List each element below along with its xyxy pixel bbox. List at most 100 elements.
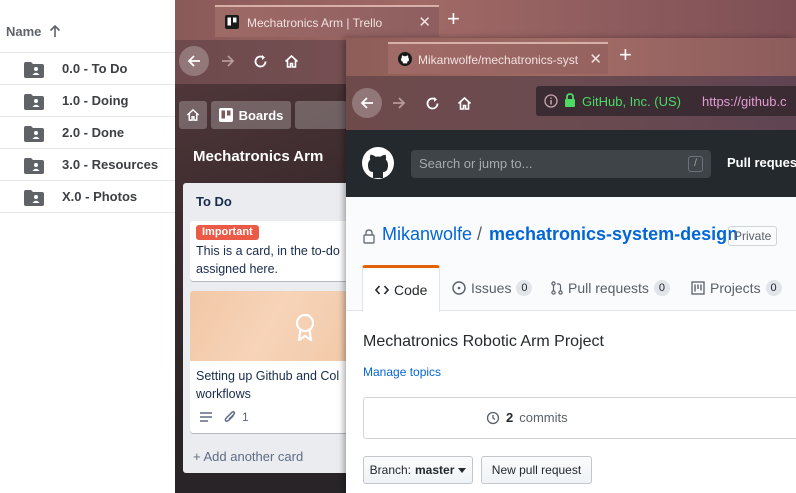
new-tab-icon[interactable]: + — [447, 8, 460, 30]
list-to-do: To Do Important This is a card, in the t… — [183, 183, 355, 473]
file-row[interactable]: 0.0 - To Do — [0, 53, 175, 85]
search-placeholder: Search or jump to... — [419, 156, 533, 171]
repo-nav-tabs: Code Issues 0 Pull requests 0 Projects 0 — [362, 265, 796, 312]
forward-icon[interactable] — [213, 46, 243, 76]
file-row[interactable]: 2.0 - Done — [0, 117, 175, 149]
tab-issues[interactable]: Issues 0 — [452, 265, 533, 311]
reload-icon[interactable] — [417, 88, 447, 118]
tab-code[interactable]: Code — [362, 265, 441, 312]
tab-label: Issues — [471, 280, 512, 296]
add-card-button[interactable]: + Add another card — [193, 449, 303, 464]
file-row[interactable]: 1.0 - Doing — [0, 85, 175, 117]
list-title[interactable]: To Do — [196, 194, 232, 209]
badge-icon — [294, 313, 316, 341]
repo-description: Mechatronics Robotic Arm Project — [363, 333, 604, 350]
info-icon[interactable] — [544, 94, 558, 108]
close-tab-icon[interactable]: ✕ — [589, 50, 602, 68]
search-input[interactable]: Search or jump to... / — [411, 150, 711, 178]
file-name: 0.0 - To Do — [62, 61, 128, 76]
manage-topics-link[interactable]: Manage topics — [363, 365, 441, 379]
tab-title: Mechatronics Arm | Trello — [247, 16, 383, 30]
projects-counter: 0 — [765, 280, 782, 296]
card-important[interactable]: Important This is a card, in the to-do a… — [190, 221, 348, 281]
tab-strip: Mechatronics Arm | Trello ✕ + — [175, 0, 796, 40]
branch-select-button[interactable]: Branch: master — [363, 456, 473, 484]
url-text: https://github.c — [702, 94, 787, 109]
reload-icon[interactable] — [245, 46, 275, 76]
back-icon[interactable] — [179, 46, 209, 76]
visibility-badge: Private — [728, 226, 778, 246]
commits-link[interactable]: 2 commits — [486, 410, 568, 425]
project-icon — [691, 281, 705, 295]
shared-folder-icon — [24, 158, 44, 174]
path-separator: / — [477, 224, 483, 244]
card-text-line: workflows — [196, 387, 251, 401]
repo-owner-link[interactable]: Mikanwolfe — [382, 224, 472, 245]
file-name: 1.0 - Doing — [62, 93, 129, 108]
shared-folder-icon — [24, 190, 44, 206]
tab-pull-requests[interactable]: Pull requests 0 — [551, 265, 670, 311]
repo-header: Mikanwolfe / mechatronics-system-design … — [346, 197, 796, 312]
tab-strip: Mikanwolfe/mechatronics-syst ✕ + — [346, 38, 796, 76]
tab-label: Code — [394, 282, 428, 298]
issues-counter: 0 — [516, 280, 533, 296]
card-text-line: This is a card, in the to-do — [196, 244, 340, 258]
card-text-line: Setting up Github and Col — [196, 369, 340, 383]
github-browser-window: Mikanwolfe/mechatronics-syst ✕ + GitHub,… — [346, 38, 796, 493]
shared-folder-icon — [24, 94, 44, 110]
lock-icon — [564, 93, 576, 108]
new-tab-icon[interactable]: + — [619, 44, 632, 66]
shared-folder-icon — [24, 126, 44, 142]
forward-icon[interactable] — [384, 88, 414, 118]
github-logo-icon[interactable] — [362, 147, 394, 179]
browser-toolbar: GitHub, Inc. (US) https://github.c — [346, 76, 796, 130]
file-row[interactable]: X.0 - Photos — [0, 181, 175, 213]
description-icon — [200, 412, 212, 422]
card-text-line: assigned here. — [196, 262, 279, 276]
github-favicon-icon — [398, 52, 412, 66]
boards-icon — [218, 108, 233, 122]
shared-folder-icon — [24, 62, 44, 78]
boards-button[interactable]: Boards — [211, 101, 291, 129]
nav-pull-requests-link[interactable]: Pull reques — [727, 155, 796, 170]
card-cover — [190, 291, 348, 361]
trello-favicon-icon — [225, 15, 239, 29]
board-title[interactable]: Mechatronics Arm — [193, 148, 323, 165]
code-icon — [375, 285, 389, 295]
issue-icon — [452, 281, 466, 295]
trello-home-button[interactable] — [179, 101, 207, 129]
commits-label: commits — [519, 410, 568, 425]
browser-tab-github[interactable]: Mikanwolfe/mechatronics-syst ✕ — [388, 42, 608, 74]
branch-name: master — [415, 463, 455, 477]
new-pull-request-button[interactable]: New pull request — [481, 456, 592, 484]
commits-count: 2 — [506, 410, 514, 425]
file-name: 3.0 - Resources — [62, 157, 159, 172]
home-icon[interactable] — [276, 46, 306, 76]
file-name: 2.0 - Done — [62, 125, 125, 140]
boards-label: Boards — [238, 107, 284, 123]
tab-label: Projects — [710, 280, 761, 296]
label-important: Important — [196, 225, 259, 240]
sort-ascending-icon[interactable] — [49, 25, 61, 38]
site-identity: GitHub, Inc. (US) — [582, 94, 681, 109]
github-header: Search or jump to... / Pull reques — [346, 130, 796, 197]
tab-label: Pull requests — [568, 280, 649, 296]
address-bar[interactable]: GitHub, Inc. (US) https://github.c — [536, 86, 796, 116]
pulls-counter: 0 — [653, 280, 670, 296]
close-tab-icon[interactable]: ✕ — [418, 13, 431, 31]
name-header-label: Name — [6, 24, 42, 39]
card-github-setup[interactable]: Setting up Github and Col workflows 1 — [190, 291, 348, 433]
back-icon[interactable] — [352, 88, 382, 118]
board-search-button[interactable] — [295, 101, 347, 129]
tab-projects[interactable]: Projects 0 — [691, 265, 782, 311]
history-icon — [486, 411, 500, 425]
attachment-count: 1 — [242, 410, 249, 424]
home-icon[interactable] — [449, 88, 479, 118]
repo-name-link[interactable]: mechatronics-system-design — [489, 224, 738, 245]
file-row[interactable]: 3.0 - Resources — [0, 149, 175, 181]
repo-stats-bar: 2 commits — [363, 397, 796, 439]
name-column-header[interactable]: Name — [6, 24, 61, 39]
browser-tab-trello[interactable]: Mechatronics Arm | Trello ✕ — [215, 5, 439, 37]
tab-title: Mikanwolfe/mechatronics-syst — [418, 53, 579, 67]
file-name: X.0 - Photos — [62, 189, 138, 204]
